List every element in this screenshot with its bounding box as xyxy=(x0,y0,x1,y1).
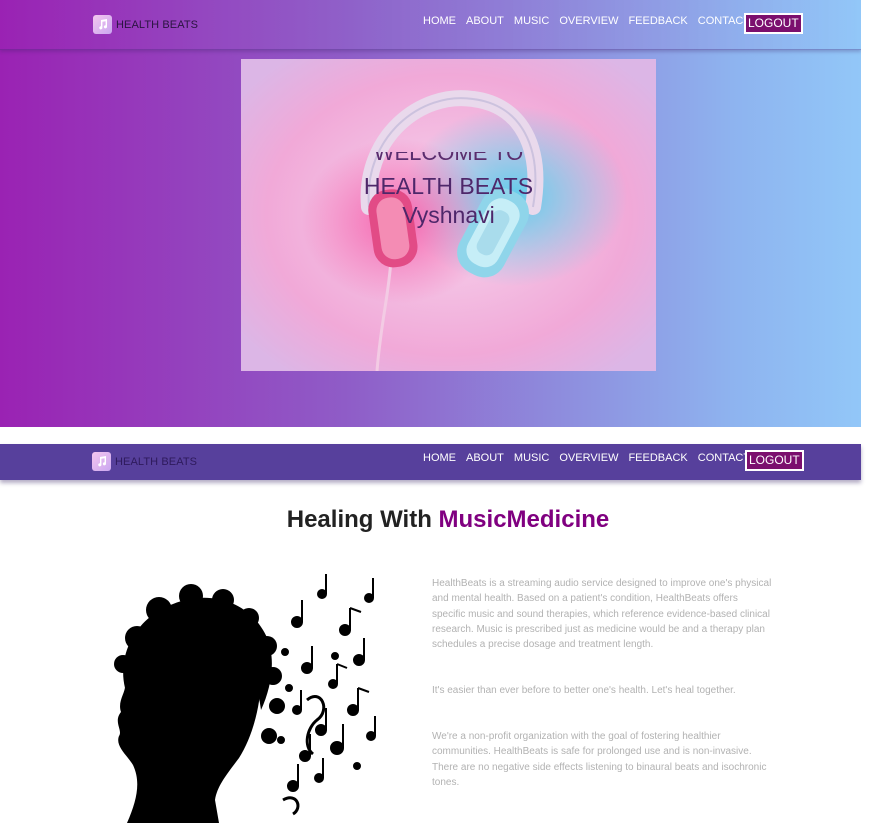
about-paragraph: We're a non-profit organization with the… xyxy=(432,731,767,788)
top-navbar: HEALTH BEATS HOME ABOUT MUSIC OVERVIEW F… xyxy=(0,0,861,50)
hero-image: WELCOME TO HEALTH BEATS Vyshnavi xyxy=(241,59,656,371)
about-paragraph: It's easier than ever before to better o… xyxy=(432,685,736,696)
about-paragraph: HealthBeats is a streaming audio service… xyxy=(432,578,772,651)
nav-feedback[interactable]: FEEDBACK xyxy=(628,15,687,27)
page: HEALTH BEATS HOME ABOUT MUSIC OVERVIEW F… xyxy=(0,0,877,830)
nav-menu: HOME ABOUT MUSIC OVERVIEW FEEDBACK CONTA… xyxy=(423,452,778,464)
nav-menu: HOME ABOUT MUSIC OVERVIEW FEEDBACK CONTA… xyxy=(423,15,778,27)
nav-about[interactable]: ABOUT xyxy=(466,15,504,27)
hero-user-name: Vyshnavi xyxy=(402,202,495,228)
hero-welcome-text: WELCOME TO xyxy=(373,152,524,165)
title-prefix: Healing With xyxy=(286,506,439,533)
brand-name: HEALTH BEATS xyxy=(115,455,198,468)
logout-button[interactable]: LOGOUT xyxy=(745,450,804,471)
brand[interactable]: HEALTH BEATS xyxy=(92,452,197,471)
brand[interactable]: HEALTH BEATS xyxy=(93,15,198,34)
section-title: Healing With MusicMedicine xyxy=(0,506,877,534)
nav-feedback[interactable]: FEEDBACK xyxy=(628,452,687,464)
music-note-icon xyxy=(92,452,111,471)
nav-overview[interactable]: OVERVIEW xyxy=(559,15,618,27)
nav-music[interactable]: MUSIC xyxy=(514,452,549,464)
logout-button[interactable]: LOGOUT xyxy=(744,13,803,34)
sticky-navbar: HEALTH BEATS HOME ABOUT MUSIC OVERVIEW F… xyxy=(0,444,861,480)
nav-home[interactable]: HOME xyxy=(423,452,456,464)
title-accent: MusicMedicine xyxy=(438,506,610,533)
nav-overview[interactable]: OVERVIEW xyxy=(559,452,618,464)
music-head-silhouette xyxy=(114,574,376,823)
hero-section: HEALTH BEATS HOME ABOUT MUSIC OVERVIEW F… xyxy=(0,0,861,427)
hero-title: HEALTH BEATS xyxy=(363,173,534,199)
nav-about[interactable]: ABOUT xyxy=(466,452,504,464)
music-note-icon xyxy=(93,15,112,34)
nav-home[interactable]: HOME xyxy=(423,15,456,27)
brand-name: HEALTH BEATS xyxy=(116,18,199,31)
nav-music[interactable]: MUSIC xyxy=(514,15,549,27)
